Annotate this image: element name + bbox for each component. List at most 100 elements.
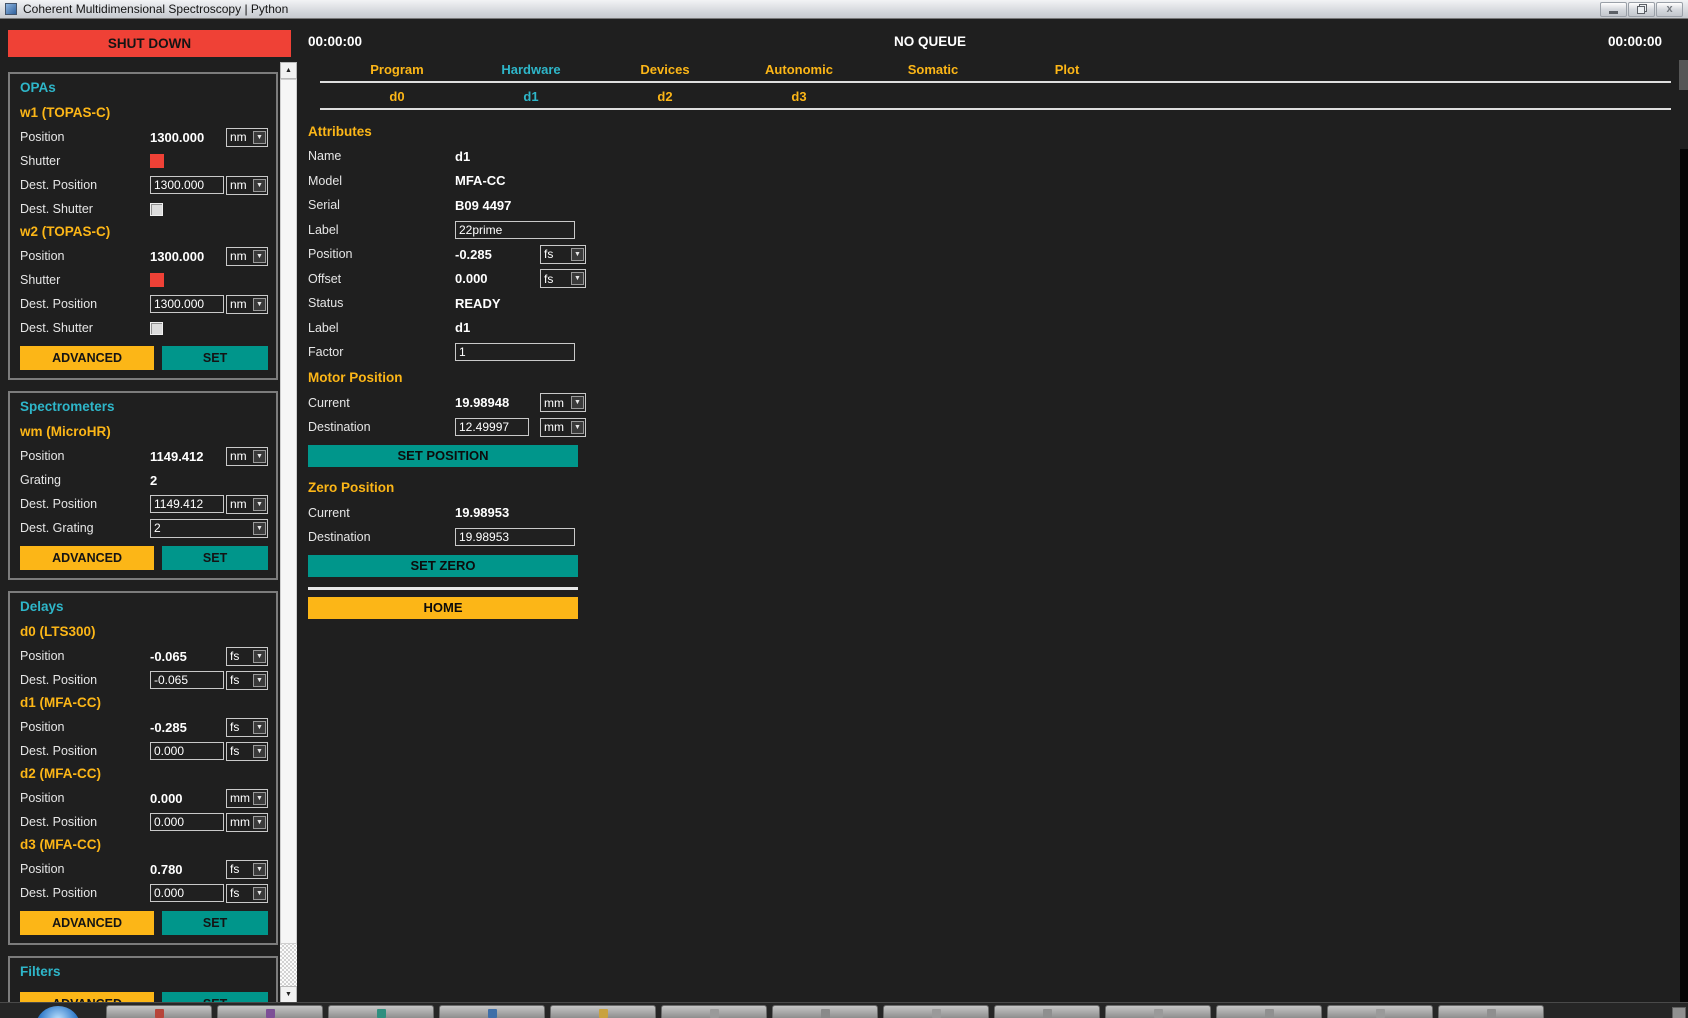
chevron-down-icon[interactable]: ▼ xyxy=(253,498,266,511)
scrollbar-thumb[interactable] xyxy=(280,79,297,944)
tab-plot[interactable]: Plot xyxy=(1000,62,1134,77)
units-combo[interactable]: nm▼ xyxy=(226,247,268,266)
units-combo[interactable]: fs▼ xyxy=(226,718,268,737)
start-button[interactable] xyxy=(36,1006,80,1018)
scroll-down-icon[interactable]: ▼ xyxy=(280,986,297,1002)
set-button[interactable]: SET xyxy=(162,992,268,1002)
units-combo[interactable]: fs▼ xyxy=(540,245,586,264)
units-combo[interactable]: nm▼ xyxy=(226,176,268,195)
dest-shutter-checkbox[interactable] xyxy=(150,322,163,335)
taskbar-button[interactable] xyxy=(994,1005,1100,1018)
dest-position-input[interactable] xyxy=(150,742,224,760)
chevron-down-icon[interactable]: ▼ xyxy=(253,792,266,805)
chevron-down-icon[interactable]: ▼ xyxy=(571,248,584,261)
taskbar-button[interactable] xyxy=(772,1005,878,1018)
units-combo[interactable]: mm▼ xyxy=(540,393,586,412)
dest-position-input[interactable] xyxy=(150,295,224,313)
set-position-button[interactable]: SET POSITION xyxy=(308,445,578,467)
shutdown-button[interactable]: SHUT DOWN xyxy=(8,30,291,57)
scroll-up-icon[interactable]: ▲ xyxy=(280,62,297,79)
units-combo[interactable]: nm▼ xyxy=(226,447,268,466)
factor-input[interactable] xyxy=(455,343,575,361)
taskbar-button[interactable] xyxy=(1327,1005,1433,1018)
dest-position-input[interactable] xyxy=(150,495,224,513)
field-row-position: Position-0.065fs▼ xyxy=(20,644,268,668)
units-combo[interactable]: fs▼ xyxy=(226,671,268,690)
destination-input[interactable] xyxy=(455,528,575,546)
units-combo[interactable]: fs▼ xyxy=(226,884,268,903)
taskbar-button[interactable] xyxy=(1438,1005,1544,1018)
tab-autonomic[interactable]: Autonomic xyxy=(732,62,866,77)
tab-hardware[interactable]: Hardware xyxy=(464,62,598,77)
tab-devices[interactable]: Devices xyxy=(598,62,732,77)
dest-position-input[interactable] xyxy=(150,671,224,689)
show-desktop-button[interactable] xyxy=(1672,1007,1686,1018)
dest-position-input[interactable] xyxy=(150,884,224,902)
taskbar-button[interactable] xyxy=(328,1005,434,1018)
units-combo[interactable]: 2▼ xyxy=(150,519,268,538)
chevron-down-icon[interactable]: ▼ xyxy=(253,179,266,192)
minimize-button[interactable] xyxy=(1600,2,1627,17)
chevron-down-icon[interactable]: ▼ xyxy=(253,745,266,758)
advanced-button[interactable]: ADVANCED xyxy=(20,546,154,570)
subtab-d2[interactable]: d2 xyxy=(598,89,732,104)
set-button[interactable]: SET xyxy=(162,546,268,570)
chevron-down-icon[interactable]: ▼ xyxy=(571,396,584,409)
taskbar-button[interactable] xyxy=(217,1005,323,1018)
position-label: Position xyxy=(308,247,455,261)
home-button[interactable]: HOME xyxy=(308,597,578,619)
subtab-d0[interactable]: d0 xyxy=(330,89,464,104)
taskbar-button[interactable] xyxy=(883,1005,989,1018)
units-combo[interactable]: fs▼ xyxy=(226,647,268,666)
tab-program[interactable]: Program xyxy=(330,62,464,77)
chevron-down-icon[interactable]: ▼ xyxy=(253,674,266,687)
close-button[interactable]: x xyxy=(1656,2,1683,17)
chevron-down-icon[interactable]: ▼ xyxy=(253,250,266,263)
chevron-down-icon[interactable]: ▼ xyxy=(253,863,266,876)
taskbar-button[interactable] xyxy=(1105,1005,1211,1018)
chevron-down-icon[interactable]: ▼ xyxy=(253,650,266,663)
field-row-factor: Factor xyxy=(308,340,586,365)
label-input[interactable] xyxy=(455,221,575,239)
taskbar-button[interactable] xyxy=(439,1005,545,1018)
units-combo[interactable]: mm▼ xyxy=(540,418,586,437)
chevron-down-icon[interactable]: ▼ xyxy=(571,272,584,285)
destination-input[interactable] xyxy=(455,418,529,436)
taskbar-button[interactable] xyxy=(1216,1005,1322,1018)
units-combo[interactable]: nm▼ xyxy=(226,495,268,514)
restore-button[interactable] xyxy=(1628,2,1655,17)
dest-position-input[interactable] xyxy=(150,813,224,831)
chevron-down-icon[interactable]: ▼ xyxy=(571,421,584,434)
chevron-down-icon[interactable]: ▼ xyxy=(253,131,266,144)
subtab-d3[interactable]: d3 xyxy=(732,89,866,104)
advanced-button[interactable]: ADVANCED xyxy=(20,911,154,935)
taskbar-button[interactable] xyxy=(550,1005,656,1018)
chevron-down-icon[interactable]: ▼ xyxy=(253,887,266,900)
taskbar-button[interactable] xyxy=(106,1005,212,1018)
set-button[interactable]: SET xyxy=(162,911,268,935)
dest-shutter-checkbox[interactable] xyxy=(150,203,163,216)
advanced-button[interactable]: ADVANCED xyxy=(20,992,154,1002)
units-combo[interactable]: fs▼ xyxy=(226,860,268,879)
set-zero-button[interactable]: SET ZERO xyxy=(308,555,578,577)
set-button[interactable]: SET xyxy=(162,346,268,370)
units-combo[interactable]: fs▼ xyxy=(226,742,268,761)
chevron-down-icon[interactable]: ▼ xyxy=(253,450,266,463)
tab-somatic[interactable]: Somatic xyxy=(866,62,1000,77)
sidebar-scrollbar[interactable]: ▲ ▼ xyxy=(280,62,297,1002)
advanced-button[interactable]: ADVANCED xyxy=(20,346,154,370)
chevron-down-icon[interactable]: ▼ xyxy=(253,721,266,734)
taskbar-button[interactable] xyxy=(661,1005,767,1018)
subtab-d1[interactable]: d1 xyxy=(464,89,598,104)
field-row-name: Named1 xyxy=(308,144,586,169)
units-combo[interactable]: mm▼ xyxy=(226,813,268,832)
units-combo[interactable]: nm▼ xyxy=(226,295,268,314)
chevron-down-icon[interactable]: ▼ xyxy=(253,816,266,829)
chevron-down-icon[interactable]: ▼ xyxy=(253,298,266,311)
dest-position-input[interactable] xyxy=(150,176,224,194)
units-combo[interactable]: nm▼ xyxy=(226,128,268,147)
units-combo[interactable]: fs▼ xyxy=(540,269,586,288)
field-row-destination: Destinationmm▼ xyxy=(308,415,586,440)
chevron-down-icon[interactable]: ▼ xyxy=(253,522,266,535)
units-combo[interactable]: mm▼ xyxy=(226,789,268,808)
